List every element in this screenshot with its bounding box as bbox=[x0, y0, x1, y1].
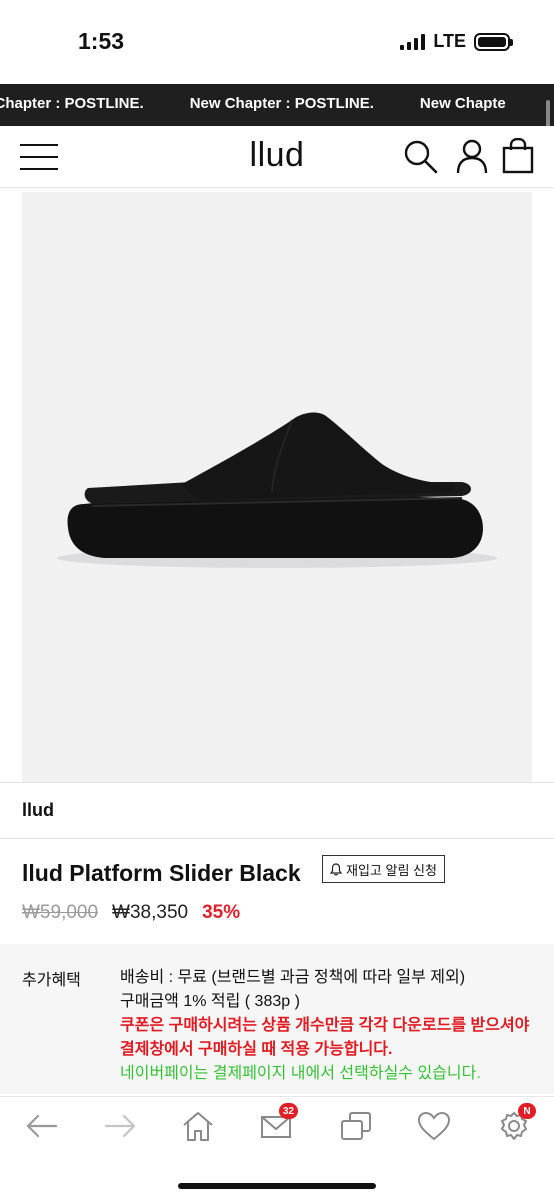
settings-button[interactable]: N bbox=[494, 1103, 536, 1143]
home-indicator[interactable] bbox=[178, 1183, 376, 1189]
heart-icon[interactable] bbox=[414, 1109, 454, 1143]
shipping-info: 배송비 : 무료 (브랜드별 과금 정책에 따라 일부 제외) bbox=[120, 969, 466, 986]
restock-label: 재입고 알림 신청 bbox=[346, 862, 437, 878]
original-price: ₩59,000 bbox=[22, 902, 99, 923]
mail-button[interactable]: 32 bbox=[256, 1103, 298, 1143]
announcement-banner[interactable]: y Chapter : POSTLINE. New Chapter : POST… bbox=[0, 84, 554, 126]
settings-badge: N bbox=[518, 1103, 536, 1119]
back-arrow-icon[interactable] bbox=[22, 1109, 62, 1143]
product-title: llud Platform Slider Black bbox=[22, 860, 301, 886]
points-info: 구매금액 1% 적립 ( 383p ) bbox=[120, 993, 300, 1010]
site-header: llud bbox=[0, 126, 554, 188]
browser-toolbar: 32 N bbox=[0, 1096, 554, 1200]
status-indicators: LTE bbox=[400, 31, 513, 52]
search-icon[interactable] bbox=[402, 138, 438, 174]
banner-item[interactable]: New Chapte bbox=[420, 95, 506, 112]
forward-arrow-icon[interactable] bbox=[100, 1109, 140, 1143]
signal-icon bbox=[400, 33, 426, 50]
benefits-section: 추가혜택 배송비 : 무료 (브랜드별 과금 정책에 따라 일부 제외) 구매금… bbox=[0, 944, 554, 1094]
bell-icon bbox=[330, 862, 342, 875]
price-row: ₩59,000 ₩38,350 35% bbox=[22, 902, 240, 924]
slider-sandal-image bbox=[57, 412, 497, 568]
naverpay-notice: 네이버페이는 결제페이지 내에서 선택하실수 있습니다. bbox=[120, 1065, 481, 1082]
divider bbox=[0, 782, 554, 783]
status-time: 1:53 bbox=[78, 28, 125, 54]
benefits-label: 추가혜택 bbox=[22, 972, 81, 989]
network-type: LTE bbox=[433, 31, 466, 51]
discount-rate: 35% bbox=[202, 902, 241, 923]
status-bar: 1:53 LTE bbox=[0, 0, 554, 84]
divider bbox=[0, 838, 554, 839]
user-icon[interactable] bbox=[454, 138, 490, 174]
tabs-icon[interactable] bbox=[336, 1109, 376, 1143]
mail-badge: 32 bbox=[278, 1103, 298, 1119]
restock-alert-button[interactable]: 재입고 알림 신청 bbox=[322, 855, 445, 883]
coupon-notice: 쿠폰은 구매하시려는 상품 개수만큼 각각 다운로드를 받으셔야 결제창에서 구… bbox=[120, 1017, 530, 1058]
product-image[interactable] bbox=[22, 192, 532, 782]
brand-name[interactable]: llud bbox=[22, 800, 54, 821]
sale-price: ₩38,350 bbox=[112, 902, 189, 923]
banner-item[interactable]: y Chapter : POSTLINE. bbox=[0, 95, 144, 112]
cart-icon[interactable] bbox=[500, 138, 536, 174]
battery-icon bbox=[474, 32, 513, 51]
banner-item[interactable]: New Chapter : POSTLINE. bbox=[190, 95, 374, 112]
benefits-body: 배송비 : 무료 (브랜드별 과금 정책에 따라 일부 제외) 구매금액 1% … bbox=[120, 966, 540, 1086]
home-icon[interactable] bbox=[178, 1109, 218, 1143]
